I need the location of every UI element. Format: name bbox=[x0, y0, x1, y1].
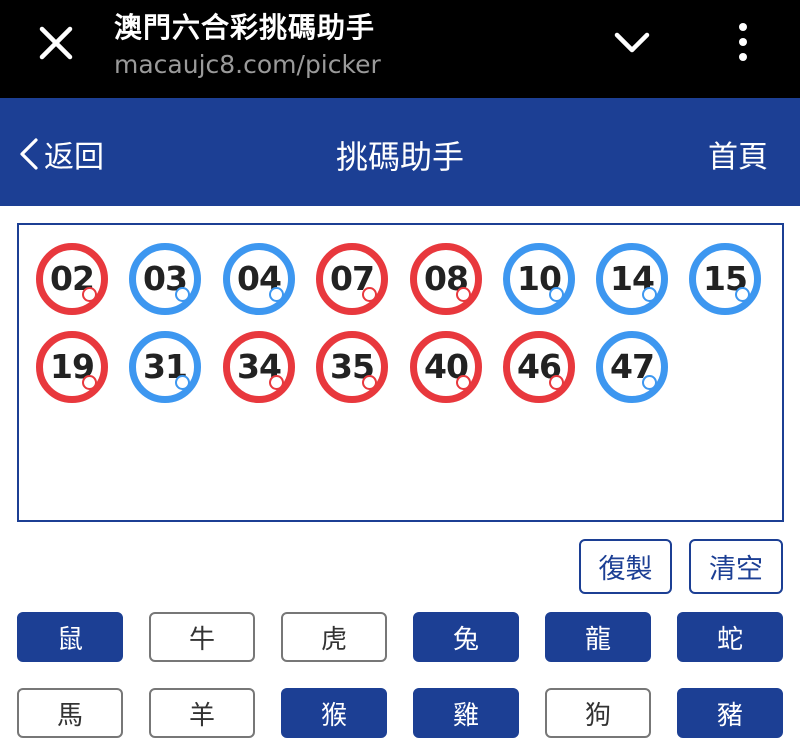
ball-highlight bbox=[175, 287, 190, 302]
zodiac-button[interactable]: 鼠 bbox=[17, 612, 123, 662]
ball-highlight bbox=[456, 375, 471, 390]
number-ball[interactable]: 10 bbox=[503, 243, 575, 315]
app-header: 返回 挑碼助手 首頁 bbox=[0, 98, 800, 206]
ball-highlight bbox=[269, 375, 284, 390]
ball-highlight bbox=[362, 287, 377, 302]
number-ball[interactable]: 14 bbox=[596, 243, 668, 315]
ball-highlight bbox=[456, 287, 471, 302]
zodiac-button[interactable]: 羊 bbox=[149, 688, 255, 738]
home-button[interactable]: 首頁 bbox=[708, 132, 768, 176]
ball-highlight bbox=[549, 287, 564, 302]
more-vert-icon[interactable] bbox=[734, 22, 752, 62]
number-ball[interactable]: 07 bbox=[316, 243, 388, 315]
ball-highlight bbox=[362, 375, 377, 390]
ball-highlight bbox=[735, 287, 750, 302]
zodiac-button[interactable]: 馬 bbox=[17, 688, 123, 738]
number-ball[interactable]: 15 bbox=[689, 243, 761, 315]
zodiac-button[interactable]: 雞 bbox=[413, 688, 519, 738]
number-ball[interactable]: 35 bbox=[316, 331, 388, 403]
zodiac-button[interactable]: 兔 bbox=[413, 612, 519, 662]
chevron-down-icon[interactable] bbox=[612, 28, 652, 58]
ball-highlight bbox=[175, 375, 190, 390]
number-ball[interactable]: 08 bbox=[410, 243, 482, 315]
browser-page-title: 澳門六合彩挑碼助手 bbox=[114, 11, 376, 44]
zodiac-button[interactable]: 虎 bbox=[281, 612, 387, 662]
ball-highlight bbox=[549, 375, 564, 390]
close-icon[interactable] bbox=[36, 23, 76, 63]
number-ball[interactable]: 03 bbox=[129, 243, 201, 315]
number-ball[interactable]: 40 bbox=[410, 331, 482, 403]
number-ball[interactable]: 19 bbox=[36, 331, 108, 403]
browser-url[interactable]: macaujc8.com/picker bbox=[114, 50, 381, 79]
zodiac-button[interactable]: 狗 bbox=[545, 688, 651, 738]
number-ball[interactable]: 34 bbox=[223, 331, 295, 403]
browser-toolbar: 澳門六合彩挑碼助手 macaujc8.com/picker bbox=[0, 0, 800, 98]
copy-button[interactable]: 復製 bbox=[579, 539, 672, 594]
number-ball[interactable]: 31 bbox=[129, 331, 201, 403]
ball-highlight bbox=[82, 287, 97, 302]
ball-highlight bbox=[82, 375, 97, 390]
selected-numbers-panel: 02 03 04 07 08 10 14 15 19 31 34 35 40 4… bbox=[17, 223, 784, 522]
number-ball[interactable]: 04 bbox=[223, 243, 295, 315]
zodiac-button[interactable]: 蛇 bbox=[677, 612, 783, 662]
page-title: 挑碼助手 bbox=[335, 138, 464, 176]
zodiac-button[interactable]: 豬 bbox=[677, 688, 783, 738]
zodiac-button[interactable]: 猴 bbox=[281, 688, 387, 738]
zodiac-button[interactable]: 龍 bbox=[545, 612, 651, 662]
ball-highlight bbox=[269, 287, 284, 302]
clear-button[interactable]: 清空 bbox=[689, 539, 783, 594]
number-ball[interactable]: 02 bbox=[36, 243, 108, 315]
number-ball[interactable]: 47 bbox=[596, 331, 668, 403]
zodiac-button[interactable]: 牛 bbox=[149, 612, 255, 662]
ball-highlight bbox=[642, 375, 657, 390]
number-ball[interactable]: 46 bbox=[503, 331, 575, 403]
ball-highlight bbox=[642, 287, 657, 302]
